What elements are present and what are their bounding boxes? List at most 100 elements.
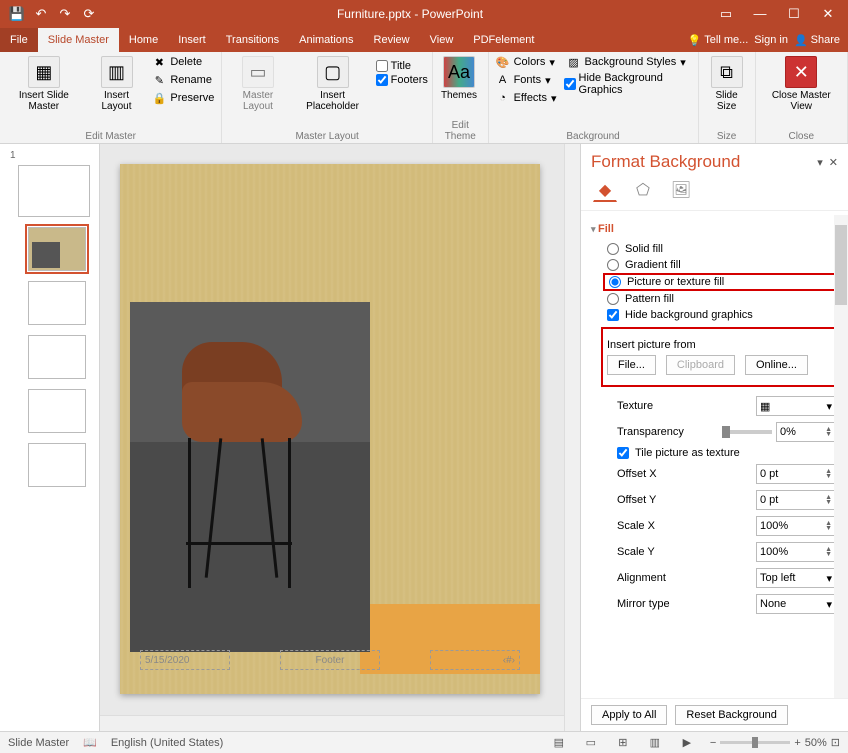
alignment-dropdown[interactable]: Top left▾ bbox=[756, 568, 836, 588]
zoom-out-icon[interactable]: − bbox=[710, 737, 716, 749]
title-bar: 💾 ↶ ↷ ⟳ Furniture.pptx - PowerPoint ▭ — … bbox=[0, 0, 848, 28]
tab-pdfelement[interactable]: PDFelement bbox=[463, 28, 544, 52]
reading-view-icon[interactable]: ▥ bbox=[646, 736, 664, 749]
layout-thumbnail[interactable] bbox=[28, 443, 86, 487]
tab-slide-master[interactable]: Slide Master bbox=[38, 28, 119, 52]
tab-insert[interactable]: Insert bbox=[168, 28, 216, 52]
group-edit-theme: AaThemes Edit Theme bbox=[433, 52, 489, 143]
slideshow-view-icon[interactable]: ▶ bbox=[678, 736, 696, 749]
minimize-icon[interactable]: — bbox=[748, 6, 772, 22]
insert-layout-button[interactable]: ▥Insert Layout bbox=[88, 54, 146, 114]
tab-file[interactable]: File bbox=[0, 28, 38, 52]
close-master-view-button[interactable]: ✕Close Master View bbox=[760, 54, 843, 114]
tab-animations[interactable]: Animations bbox=[289, 28, 363, 52]
transparency-slider[interactable] bbox=[722, 430, 772, 434]
zoom-in-icon[interactable]: + bbox=[794, 737, 800, 749]
delete-button[interactable]: ✖Delete bbox=[149, 54, 217, 70]
picture-tab-icon[interactable]: 🖼 bbox=[669, 178, 693, 202]
window-controls: ▭ — ☐ ✕ bbox=[714, 6, 848, 22]
date-placeholder[interactable]: 5/15/2020 bbox=[140, 650, 230, 670]
rename-button[interactable]: ✎Rename bbox=[149, 72, 217, 88]
solid-fill-radio[interactable]: Solid fill bbox=[591, 241, 838, 257]
tile-picture-checkbox[interactable]: Tile picture as texture bbox=[591, 445, 838, 461]
tab-review[interactable]: Review bbox=[364, 28, 420, 52]
tell-me[interactable]: 💡 Tell me... bbox=[688, 34, 749, 47]
zoom-control[interactable]: − + 50% ⊡ bbox=[710, 736, 840, 749]
texture-picker[interactable]: ▦▾ bbox=[756, 396, 836, 416]
footers-checkbox[interactable]: Footers bbox=[376, 74, 428, 86]
pattern-fill-radio[interactable]: Pattern fill bbox=[591, 291, 838, 307]
undo-icon[interactable]: ↶ bbox=[32, 5, 50, 23]
reset-background-button[interactable]: Reset Background bbox=[675, 705, 788, 725]
footer-placeholder[interactable]: Footer bbox=[280, 650, 380, 670]
spellcheck-icon[interactable]: 📖 bbox=[83, 736, 97, 749]
horizontal-scrollbar[interactable] bbox=[100, 715, 564, 731]
notes-button[interactable]: ▤ bbox=[550, 736, 568, 749]
redo-icon[interactable]: ↷ bbox=[56, 5, 74, 23]
hide-bg-graphics-checkbox[interactable]: Hide Background Graphics bbox=[564, 72, 694, 96]
fonts-button[interactable]: AFonts ▾ bbox=[493, 72, 560, 88]
layout-thumbnail[interactable] bbox=[28, 389, 86, 433]
offset-y-spinner[interactable]: 0 pt▲▼ bbox=[756, 490, 836, 510]
status-mode: Slide Master bbox=[8, 737, 69, 749]
zoom-level[interactable]: 50% bbox=[805, 737, 827, 749]
pane-menu-icon[interactable]: ▾ bbox=[817, 156, 823, 169]
bg-styles-icon: ▨ bbox=[567, 55, 581, 69]
offset-x-spinner[interactable]: 0 pt▲▼ bbox=[756, 464, 836, 484]
slide-canvas[interactable]: 5/15/2020 Footer ‹#› bbox=[100, 144, 580, 731]
apply-to-all-button[interactable]: Apply to All bbox=[591, 705, 667, 725]
master-thumbnail[interactable] bbox=[18, 165, 90, 217]
scale-x-spinner[interactable]: 100%▲▼ bbox=[756, 516, 836, 536]
save-icon[interactable]: 💾 bbox=[8, 5, 26, 23]
group-size: ⧉Slide Size Size bbox=[699, 52, 756, 143]
ribbon-display-options-icon[interactable]: ▭ bbox=[714, 6, 738, 22]
slide[interactable]: 5/15/2020 Footer ‹#› bbox=[120, 164, 540, 694]
colors-icon: 🎨 bbox=[496, 55, 510, 69]
preserve-button[interactable]: 🔒Preserve bbox=[149, 90, 217, 106]
tab-view[interactable]: View bbox=[420, 28, 464, 52]
pane-mode-tabs: ◆ ⬠ 🖼 bbox=[581, 174, 848, 211]
slide-size-button[interactable]: ⧉Slide Size bbox=[703, 54, 751, 114]
title-checkbox[interactable]: Title bbox=[376, 60, 428, 72]
insert-placeholder-button[interactable]: ▢Insert Placeholder bbox=[294, 54, 372, 114]
sorter-view-icon[interactable]: ⊞ bbox=[614, 736, 632, 749]
fill-section-header[interactable]: Fill bbox=[591, 223, 838, 235]
slide-number-placeholder[interactable]: ‹#› bbox=[430, 650, 520, 670]
mirror-type-dropdown[interactable]: None▾ bbox=[756, 594, 836, 614]
transparency-spinner[interactable]: 0%▲▼ bbox=[776, 422, 836, 442]
pane-close-icon[interactable]: ✕ bbox=[829, 156, 838, 169]
picture-texture-fill-radio[interactable]: Picture or texture fill bbox=[603, 273, 836, 291]
share-button[interactable]: 👤 Share bbox=[794, 34, 840, 47]
slide-image[interactable] bbox=[130, 302, 370, 652]
fit-to-window-icon[interactable]: ⊡ bbox=[831, 736, 840, 749]
status-language[interactable]: English (United States) bbox=[111, 737, 224, 749]
pane-scrollbar[interactable] bbox=[834, 215, 848, 698]
effects-button[interactable]: ◔Effects ▾ bbox=[493, 90, 560, 106]
close-window-icon[interactable]: ✕ bbox=[816, 6, 840, 22]
colors-button[interactable]: 🎨Colors ▾ bbox=[493, 54, 560, 70]
themes-button[interactable]: AaThemes bbox=[437, 54, 481, 103]
maximize-icon[interactable]: ☐ bbox=[782, 6, 806, 22]
insert-slide-master-button[interactable]: ▦Insert Slide Master bbox=[4, 54, 84, 114]
thumbnail-pane[interactable]: 1 bbox=[0, 144, 100, 731]
tab-transitions[interactable]: Transitions bbox=[216, 28, 289, 52]
layout-thumbnail[interactable] bbox=[28, 227, 86, 271]
normal-view-icon[interactable]: ▭ bbox=[582, 736, 600, 749]
quick-access-toolbar: 💾 ↶ ↷ ⟳ bbox=[0, 5, 106, 23]
effects-tab-icon[interactable]: ⬠ bbox=[631, 178, 655, 202]
zoom-slider[interactable] bbox=[720, 741, 790, 744]
online-button[interactable]: Online... bbox=[745, 355, 808, 375]
layout-thumbnail[interactable] bbox=[28, 335, 86, 379]
vertical-scrollbar[interactable] bbox=[564, 144, 580, 731]
file-button[interactable]: File... bbox=[607, 355, 656, 375]
sign-in[interactable]: Sign in bbox=[754, 34, 788, 46]
tab-home[interactable]: Home bbox=[119, 28, 168, 52]
gradient-fill-radio[interactable]: Gradient fill bbox=[591, 257, 838, 273]
background-styles-button[interactable]: ▨Background Styles ▾ bbox=[564, 54, 694, 70]
transparency-field: Transparency 0%▲▼ bbox=[591, 419, 838, 445]
layout-thumbnail[interactable] bbox=[28, 281, 86, 325]
start-from-beginning-icon[interactable]: ⟳ bbox=[80, 5, 98, 23]
hide-bg-graphics-pane-checkbox[interactable]: Hide background graphics bbox=[591, 307, 838, 323]
scale-y-spinner[interactable]: 100%▲▼ bbox=[756, 542, 836, 562]
fill-tab-icon[interactable]: ◆ bbox=[593, 178, 617, 202]
